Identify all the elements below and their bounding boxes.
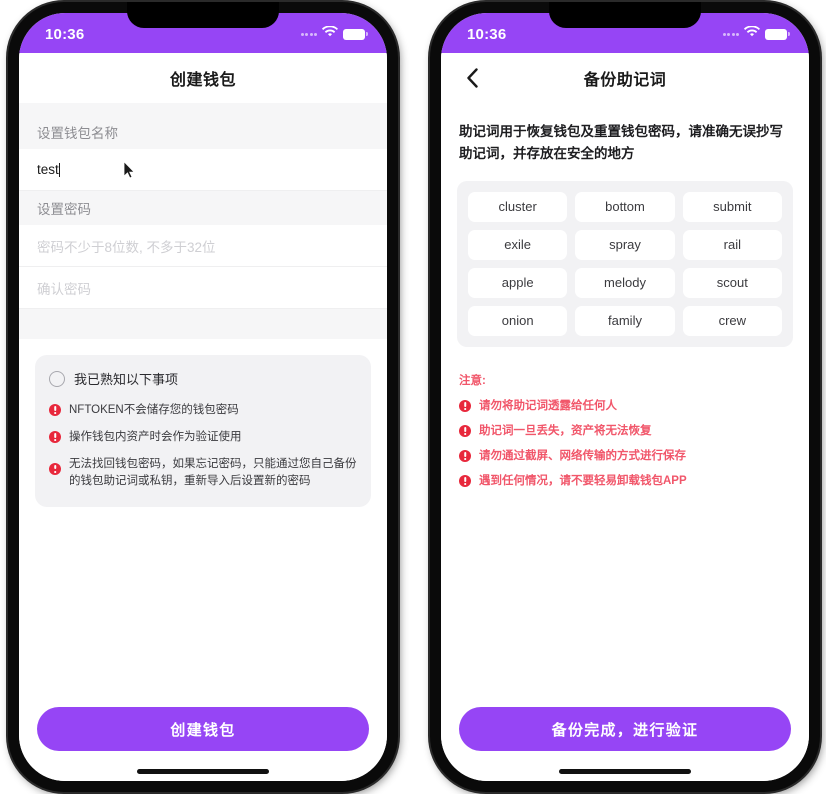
home-indicator bbox=[137, 769, 269, 774]
notice-bullet-text: 操作钱包内资产时会作为验证使用 bbox=[69, 430, 242, 443]
agree-checkbox-row[interactable]: 我已熟知以下事项 bbox=[49, 369, 357, 388]
note-item: 请勿将助记词透露给任何人 bbox=[459, 397, 791, 413]
device-notch bbox=[549, 2, 701, 28]
password-label: 设置密码 bbox=[37, 202, 91, 217]
mnemonic-word[interactable]: onion bbox=[468, 305, 568, 336]
note-item: 遇到任何情况，请不要轻易卸载钱包APP bbox=[459, 472, 791, 488]
mouse-cursor bbox=[123, 161, 135, 179]
warning-exclamation-icon bbox=[459, 399, 471, 412]
description-section: 助记词用于恢复钱包及重置钱包密码，请准确无误抄写助记词，并存放在安全的地方 bbox=[441, 103, 809, 165]
phone-left-create-wallet: 10:36 创建钱包 设置钱包名称 test 设置密码 密码不少于8位数, 不多… bbox=[8, 2, 398, 792]
device-notch bbox=[127, 2, 279, 28]
nav-bar-right: 备份助记词 bbox=[441, 53, 809, 103]
mnemonic-word[interactable]: family bbox=[575, 305, 675, 336]
note-text: 请勿通过截屏、网络传输的方式进行保存 bbox=[479, 449, 686, 462]
warning-exclamation-icon bbox=[49, 462, 61, 475]
notes-title: 注意: bbox=[459, 374, 486, 387]
description-text: 助记词用于恢复钱包及重置钱包密码，请准确无误抄写助记词，并存放在安全的地方 bbox=[459, 124, 783, 161]
backup-mnemonic-body: 助记词用于恢复钱包及重置钱包密码，请准确无误抄写助记词，并存放在安全的地方 cl… bbox=[441, 103, 809, 707]
status-time: 10:36 bbox=[467, 25, 507, 43]
mnemonic-word[interactable]: scout bbox=[682, 267, 782, 298]
wallet-name-label-row: 设置钱包名称 bbox=[19, 115, 387, 149]
warning-exclamation-icon bbox=[459, 474, 471, 487]
wifi-icon bbox=[743, 25, 760, 43]
mnemonic-section: cluster bottom submit exile spray rail a… bbox=[441, 164, 809, 347]
warning-exclamation-icon bbox=[459, 424, 471, 437]
signal-dots-icon bbox=[300, 32, 317, 36]
mnemonic-word[interactable]: apple bbox=[468, 267, 568, 298]
signal-dots-icon bbox=[722, 32, 739, 36]
notice-bullet-text: 无法找回钱包密码，如果忘记密码，只能通过您自己备份的钱包助记词或私钥，重新导入后… bbox=[69, 457, 357, 488]
agree-checkbox-icon[interactable] bbox=[49, 370, 65, 387]
warning-exclamation-icon bbox=[49, 430, 61, 443]
mnemonic-word[interactable]: cluster bbox=[468, 191, 568, 222]
password-label-row: 设置密码 bbox=[19, 191, 387, 225]
mnemonic-word[interactable]: bottom bbox=[575, 191, 675, 222]
notice-bullet: 操作钱包内资产时会作为验证使用 bbox=[49, 429, 357, 447]
status-indicators bbox=[722, 25, 790, 43]
mnemonic-word[interactable]: exile bbox=[468, 229, 568, 260]
backup-complete-verify-button[interactable]: 备份完成，进行验证 bbox=[459, 707, 791, 751]
password-placeholder: 密码不少于8位数, 不多于32位 bbox=[37, 239, 216, 255]
agree-label: 我已熟知以下事项 bbox=[74, 372, 179, 387]
status-time: 10:36 bbox=[45, 25, 85, 43]
back-button[interactable] bbox=[459, 65, 485, 91]
mnemonic-word[interactable]: submit bbox=[682, 191, 782, 222]
form-top-gap bbox=[19, 103, 387, 115]
mnemonic-word[interactable]: rail bbox=[682, 229, 782, 260]
chevron-left-icon bbox=[466, 68, 478, 88]
mnemonic-word[interactable]: crew bbox=[682, 305, 782, 336]
create-wallet-button[interactable]: 创建钱包 bbox=[37, 707, 369, 751]
confirm-password-placeholder: 确认密码 bbox=[37, 281, 91, 297]
note-text: 助记词一旦丢失，资产将无法恢复 bbox=[479, 424, 652, 437]
phone-right-backup-mnemonic: 10:36 备份助记词 助记词用于恢复钱包及重置钱包密码，请准确无误抄写助记词，… bbox=[430, 2, 820, 792]
page-title: 创建钱包 bbox=[169, 72, 236, 89]
form-mid-gap bbox=[19, 309, 387, 339]
nav-bar-left: 创建钱包 bbox=[19, 53, 387, 103]
confirm-password-input[interactable]: 确认密码 bbox=[19, 267, 387, 309]
note-text: 请勿将助记词透露给任何人 bbox=[479, 399, 617, 412]
wallet-name-value: test bbox=[37, 162, 59, 177]
wifi-icon bbox=[321, 25, 338, 43]
mnemonic-word[interactable]: spray bbox=[575, 229, 675, 260]
wallet-name-label: 设置钱包名称 bbox=[37, 126, 118, 141]
note-item: 助记词一旦丢失，资产将无法恢复 bbox=[459, 422, 791, 438]
note-text: 遇到任何情况，请不要轻易卸载钱包APP bbox=[479, 474, 687, 487]
screen-backup-mnemonic: 10:36 备份助记词 助记词用于恢复钱包及重置钱包密码，请准确无误抄写助记词，… bbox=[441, 13, 809, 781]
mnemonic-word[interactable]: melody bbox=[575, 267, 675, 298]
home-indicator bbox=[559, 769, 691, 774]
screen-create-wallet: 10:36 创建钱包 设置钱包名称 test 设置密码 密码不少于8位数, 不多… bbox=[19, 13, 387, 781]
battery-icon bbox=[765, 28, 790, 40]
notice-section: 我已熟知以下事项 NFTOKEN不会储存您的钱包密码 操作钱包内资产时会作为验证… bbox=[19, 339, 387, 508]
warning-exclamation-icon bbox=[459, 449, 471, 462]
battery-icon bbox=[343, 28, 368, 40]
notes-section: 注意: 请勿将助记词透露给任何人 助记词一旦丢失，资产将无法恢复 请勿通过截屏、… bbox=[441, 346, 809, 488]
notice-bullet: 无法找回钱包密码，如果忘记密码，只能通过您自己备份的钱包助记词或私钥，重新导入后… bbox=[49, 456, 357, 492]
warning-exclamation-icon bbox=[49, 404, 61, 416]
note-item: 请勿通过截屏、网络传输的方式进行保存 bbox=[459, 447, 791, 463]
notice-card: 我已熟知以下事项 NFTOKEN不会储存您的钱包密码 操作钱包内资产时会作为验证… bbox=[35, 355, 371, 508]
create-wallet-form: 设置钱包名称 test 设置密码 密码不少于8位数, 不多于32位 确认密码 我… bbox=[19, 103, 387, 707]
page-title: 备份助记词 bbox=[583, 72, 667, 89]
notice-bullet: NFTOKEN不会储存您的钱包密码 bbox=[49, 402, 357, 420]
notice-bullet-text: NFTOKEN不会储存您的钱包密码 bbox=[69, 404, 239, 416]
status-indicators bbox=[300, 25, 368, 43]
mnemonic-grid: cluster bottom submit exile spray rail a… bbox=[457, 180, 793, 347]
password-input[interactable]: 密码不少于8位数, 不多于32位 bbox=[19, 225, 387, 267]
wallet-name-input[interactable]: test bbox=[19, 149, 387, 191]
